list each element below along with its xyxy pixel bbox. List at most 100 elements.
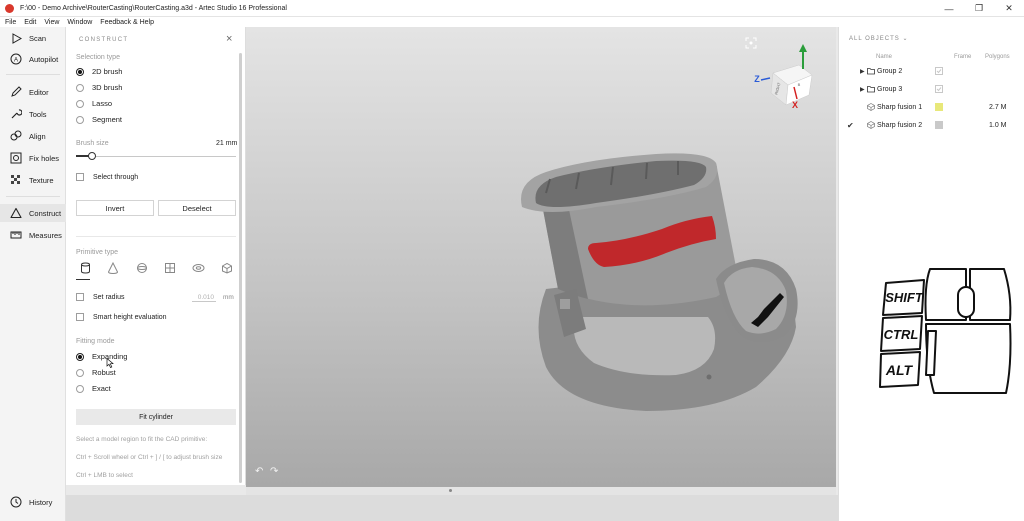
visibility-check-icon[interactable]: ✔ xyxy=(847,121,854,130)
select-through-checkbox[interactable]: Select through xyxy=(76,173,138,181)
radio-exact[interactable]: Exact xyxy=(76,384,111,393)
radio-button[interactable] xyxy=(76,99,84,108)
radio-2d-brush[interactable]: 2D brush xyxy=(76,67,122,76)
invert-button[interactable]: Invert xyxy=(76,200,154,216)
selected-primitive-indicator xyxy=(76,279,90,280)
menu-window[interactable]: Window xyxy=(67,19,92,26)
set-radius-checkbox[interactable]: Set radius xyxy=(76,293,125,301)
selection-type-label: Selection type xyxy=(76,54,120,61)
hint-text: Ctrl + Scroll wheel or Ctrl + ] / [ to a… xyxy=(76,454,223,461)
fix-holes-icon xyxy=(10,152,22,164)
maximize-button[interactable]: ❐ xyxy=(964,0,994,17)
radio-robust[interactable]: Robust xyxy=(76,368,116,377)
expand-arrow-icon[interactable]: ▶ xyxy=(860,86,865,93)
box-icon[interactable] xyxy=(218,261,236,275)
side-button xyxy=(925,330,937,376)
resize-handle[interactable] xyxy=(449,489,452,492)
gizmo-x-axis: X xyxy=(792,100,798,110)
object-name: Group 3 xyxy=(877,86,903,93)
close-window-button[interactable]: ✕ xyxy=(994,0,1024,17)
title-bar: F:\00 - Demo Archive\RouterCasting\Route… xyxy=(0,0,1024,17)
tool-autopilot[interactable]: A Autopilot xyxy=(0,50,66,68)
radio-button[interactable] xyxy=(76,352,84,361)
undo-button[interactable]: ↶ xyxy=(255,466,263,477)
menu-file[interactable]: File xyxy=(5,19,16,26)
construct-panel: CONSTRUCT × Selection type 2D brush 3D b… xyxy=(66,27,246,485)
radio-button[interactable] xyxy=(76,115,84,124)
tool-measures-label: Measures xyxy=(29,230,62,240)
menu-edit[interactable]: Edit xyxy=(24,19,36,26)
mouse-body xyxy=(925,323,1012,394)
radio-button[interactable] xyxy=(76,368,84,377)
tool-fix-holes[interactable]: Fix holes xyxy=(0,149,66,167)
mesh-model-icon xyxy=(867,121,875,131)
sphere-icon[interactable] xyxy=(133,261,151,275)
polygon-count: 1.0 M xyxy=(989,122,1007,129)
keyboard-mouse-overlay: SHIFT CTRL ALT xyxy=(878,265,1024,400)
tool-sidebar: Scan A Autopilot Editor Tools Align Fix … xyxy=(0,27,66,521)
mesh-model-icon xyxy=(867,103,875,113)
alt-key-label: ALT xyxy=(885,362,914,378)
checkbox[interactable] xyxy=(76,293,84,301)
brush-size-value: 21 mm xyxy=(216,140,238,147)
radio-label: Robust xyxy=(92,368,116,377)
frame-color-swatch[interactable] xyxy=(935,103,943,111)
checkbox-label: Set radius xyxy=(93,293,125,301)
cylinder-icon[interactable] xyxy=(76,261,94,275)
frame-indicator[interactable] xyxy=(935,67,943,75)
all-objects-header[interactable]: ALL OBJECTS ⌄ xyxy=(849,35,909,42)
radio-expanding[interactable]: Expanding xyxy=(76,352,127,361)
menu-view[interactable]: View xyxy=(44,19,59,26)
tool-align[interactable]: Align xyxy=(0,127,66,145)
close-icon[interactable]: × xyxy=(226,33,232,45)
fit-cylinder-button[interactable]: Fit cylinder xyxy=(76,409,236,425)
frame-color-swatch[interactable] xyxy=(935,121,943,129)
panel-scrollbar[interactable] xyxy=(239,53,242,483)
object-row-sharp-fusion-2[interactable]: ✔ Sharp fusion 2 1.0 M xyxy=(839,117,1024,135)
expand-arrow-icon[interactable]: ▶ xyxy=(860,68,865,75)
radio-segment[interactable]: Segment xyxy=(76,115,122,124)
texture-icon xyxy=(10,174,22,186)
history-clock-icon xyxy=(10,496,22,508)
object-row-sharp-fusion-1[interactable]: Sharp fusion 1 2.7 M xyxy=(839,99,1024,117)
primitive-type-selector xyxy=(76,261,236,275)
align-icon xyxy=(10,130,22,142)
tool-scan[interactable]: Scan xyxy=(0,29,66,47)
radio-button[interactable] xyxy=(76,384,84,393)
tool-history[interactable]: History xyxy=(0,493,66,511)
tool-editor[interactable]: Editor xyxy=(0,83,66,101)
cone-icon[interactable] xyxy=(104,261,122,275)
minimize-button[interactable]: — xyxy=(934,0,964,17)
radius-input[interactable]: 0.010 xyxy=(192,294,216,302)
radio-3d-brush[interactable]: 3D brush xyxy=(76,83,122,92)
object-row-group-2[interactable]: ▶ Group 2 xyxy=(839,63,1024,81)
object-name: Sharp fusion 2 xyxy=(877,122,923,129)
radio-lasso[interactable]: Lasso xyxy=(76,99,112,108)
deselect-button[interactable]: Deselect xyxy=(158,200,236,216)
tool-measures[interactable]: Measures xyxy=(0,226,66,244)
tool-autopilot-label: Autopilot xyxy=(29,54,59,64)
checkbox[interactable] xyxy=(76,173,84,181)
radio-button[interactable] xyxy=(76,67,84,76)
tool-tools[interactable]: Tools xyxy=(0,105,66,123)
plane-icon[interactable] xyxy=(161,261,179,275)
brush-size-slider-thumb[interactable] xyxy=(88,152,96,160)
menu-feedback-help[interactable]: Feedback & Help xyxy=(100,19,154,26)
redo-button[interactable]: ↷ xyxy=(270,466,278,477)
mouse-scroll-wheel xyxy=(957,286,975,318)
smart-height-checkbox[interactable]: Smart height evaluation xyxy=(76,313,167,321)
app-logo-icon xyxy=(5,3,14,13)
radio-button[interactable] xyxy=(76,83,84,92)
tool-construct[interactable]: Construct xyxy=(0,204,66,222)
torus-icon[interactable] xyxy=(190,261,208,275)
column-name[interactable]: Name xyxy=(876,54,892,60)
checkbox[interactable] xyxy=(76,313,84,321)
frame-indicator[interactable] xyxy=(935,85,943,93)
object-row-group-3[interactable]: ▶ Group 3 xyxy=(839,81,1024,99)
column-polygons[interactable]: Polygons xyxy=(985,54,1010,60)
tool-texture[interactable]: Texture xyxy=(0,171,66,189)
brush-size-slider-track[interactable] xyxy=(76,156,236,157)
3d-viewport[interactable]: Z X RIGHT B ↶ ↷ xyxy=(246,27,836,487)
folder-icon xyxy=(867,85,875,95)
column-frame[interactable]: Frame xyxy=(954,54,971,60)
